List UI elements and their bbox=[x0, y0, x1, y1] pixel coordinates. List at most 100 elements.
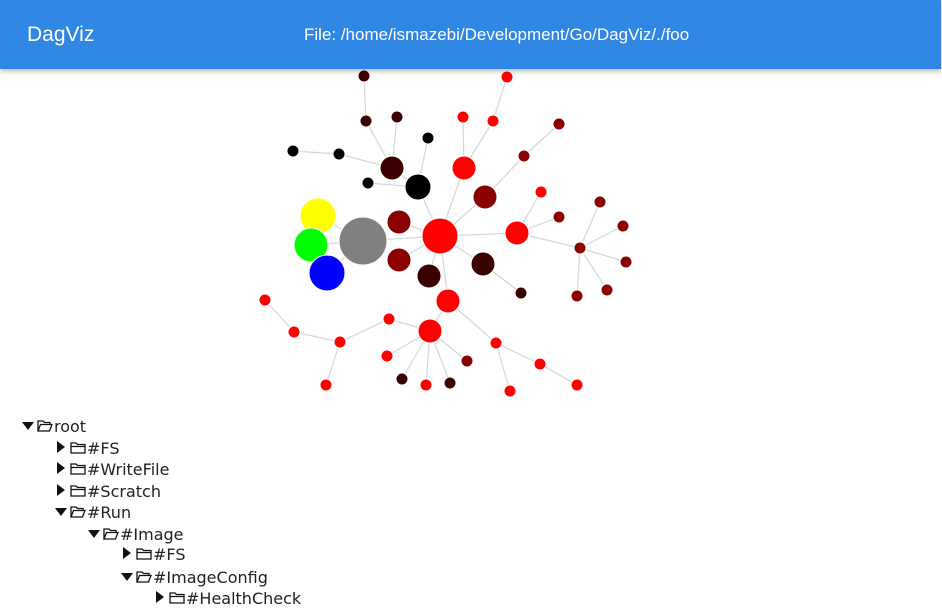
graph-node[interactable] bbox=[616, 219, 630, 233]
graph-edge bbox=[495, 342, 541, 365]
graph-node[interactable] bbox=[421, 131, 435, 145]
graph-node[interactable] bbox=[443, 376, 457, 390]
graph-node[interactable] bbox=[379, 155, 405, 181]
graph-edge bbox=[293, 331, 341, 343]
graph-node[interactable] bbox=[421, 217, 459, 255]
graph-node[interactable] bbox=[359, 114, 373, 128]
dag-graph[interactable] bbox=[0, 69, 942, 414]
graph-node[interactable] bbox=[570, 289, 584, 303]
graph-node[interactable] bbox=[404, 173, 432, 201]
folder-icon bbox=[70, 442, 86, 454]
graph-node[interactable] bbox=[573, 241, 587, 255]
graph-node[interactable] bbox=[332, 147, 346, 161]
caret-down-icon[interactable] bbox=[119, 569, 135, 585]
tree-item-image[interactable]: #Image bbox=[86, 524, 184, 544]
tree-item-label: #FS bbox=[87, 438, 120, 458]
tree-item-run[interactable]: #Run bbox=[53, 502, 131, 522]
caret-down-icon[interactable] bbox=[86, 526, 102, 542]
caret-right-icon[interactable] bbox=[53, 461, 69, 477]
caret-right-icon[interactable] bbox=[53, 483, 69, 499]
graph-node[interactable] bbox=[552, 117, 566, 131]
graph-node[interactable] bbox=[386, 209, 412, 235]
graph-node[interactable] bbox=[534, 185, 548, 199]
folder-icon bbox=[70, 463, 86, 475]
graph-node[interactable] bbox=[357, 69, 371, 83]
graph-node[interactable] bbox=[333, 335, 347, 349]
graph-node[interactable] bbox=[619, 255, 633, 269]
graph-node[interactable] bbox=[395, 372, 409, 386]
graph-node[interactable] bbox=[419, 378, 433, 392]
graph-edge bbox=[363, 75, 367, 122]
tree-item-label: #FS bbox=[153, 544, 186, 564]
graph-node[interactable] bbox=[593, 195, 607, 209]
graph-node[interactable] bbox=[504, 220, 530, 246]
graph-node[interactable] bbox=[417, 318, 443, 344]
graph-node[interactable] bbox=[287, 325, 301, 339]
graph-edge bbox=[492, 76, 508, 122]
graph-node[interactable] bbox=[460, 354, 474, 368]
graph-node[interactable] bbox=[338, 216, 388, 266]
graph-node[interactable] bbox=[308, 254, 346, 292]
caret-down-icon[interactable] bbox=[20, 418, 36, 434]
graph-node[interactable] bbox=[517, 149, 531, 163]
graph-edge bbox=[339, 318, 390, 343]
graph-node[interactable] bbox=[386, 247, 412, 273]
graph-edge bbox=[495, 342, 511, 392]
tree-item-root[interactable]: root bbox=[20, 416, 86, 436]
dag-graph-canvas[interactable] bbox=[0, 69, 942, 414]
folder-open-icon bbox=[103, 528, 119, 540]
tree-item-label: #WriteFile bbox=[87, 459, 170, 479]
graph-node[interactable] bbox=[472, 184, 498, 210]
graph-node[interactable] bbox=[489, 336, 503, 350]
caret-right-icon[interactable] bbox=[152, 590, 168, 606]
graph-node[interactable] bbox=[361, 176, 375, 190]
caret-right-icon[interactable] bbox=[119, 546, 135, 562]
caret-right-icon[interactable] bbox=[53, 440, 69, 456]
tree-item-label: #ImageConfig bbox=[153, 567, 268, 587]
graph-node[interactable] bbox=[552, 210, 566, 224]
file-path-label: File: /home/ismazebi/Development/Go/DagV… bbox=[304, 25, 690, 44]
tree-item-label: #HealthCheck bbox=[186, 588, 302, 608]
graph-edge bbox=[325, 341, 341, 386]
graph-edge bbox=[292, 150, 340, 155]
folder-icon bbox=[70, 485, 86, 497]
graph-node[interactable] bbox=[435, 288, 461, 314]
graph-node[interactable] bbox=[451, 155, 477, 181]
tree-item-image-fs[interactable]: #FS bbox=[119, 544, 185, 564]
graph-node[interactable] bbox=[382, 312, 396, 326]
graph-edge bbox=[579, 201, 601, 249]
tree-item-label: root bbox=[54, 416, 87, 436]
folder-open-icon bbox=[70, 506, 86, 518]
graph-edge bbox=[523, 123, 560, 157]
tree-item-label: #Scratch bbox=[87, 481, 161, 501]
graph-node[interactable] bbox=[456, 110, 470, 124]
graph-node[interactable] bbox=[514, 286, 528, 300]
graph-node[interactable] bbox=[286, 144, 300, 158]
graph-node[interactable] bbox=[258, 293, 272, 307]
app-title: DagViz bbox=[27, 23, 95, 46]
folder-open-icon bbox=[136, 571, 152, 583]
graph-node[interactable] bbox=[319, 378, 333, 392]
caret-down-icon[interactable] bbox=[53, 504, 69, 520]
graph-edge bbox=[579, 247, 627, 263]
graph-node[interactable] bbox=[503, 384, 517, 398]
graph-edge bbox=[579, 225, 624, 249]
tree-item-writefile[interactable]: #WriteFile bbox=[53, 459, 169, 479]
graph-node[interactable] bbox=[600, 283, 614, 297]
graph-node[interactable] bbox=[390, 110, 404, 124]
tree-item-imageconfig[interactable]: #ImageConfig bbox=[119, 567, 268, 587]
graph-node[interactable] bbox=[570, 378, 584, 392]
graph-node[interactable] bbox=[533, 357, 547, 371]
graph-node[interactable] bbox=[500, 70, 514, 84]
graph-edge bbox=[579, 247, 608, 291]
graph-node[interactable] bbox=[470, 251, 496, 277]
tree-item-fs[interactable]: #FS bbox=[53, 438, 119, 458]
graph-node[interactable] bbox=[380, 349, 394, 363]
tree-item-scratch[interactable]: #Scratch bbox=[53, 481, 161, 501]
graph-node[interactable] bbox=[486, 114, 500, 128]
folder-icon bbox=[169, 592, 185, 604]
tree-item-healthcheck[interactable]: #HealthCheck bbox=[152, 588, 301, 608]
tree-item-label: #Image bbox=[120, 524, 184, 544]
tree-item-label: #Run bbox=[87, 502, 132, 522]
graph-node[interactable] bbox=[416, 263, 442, 289]
